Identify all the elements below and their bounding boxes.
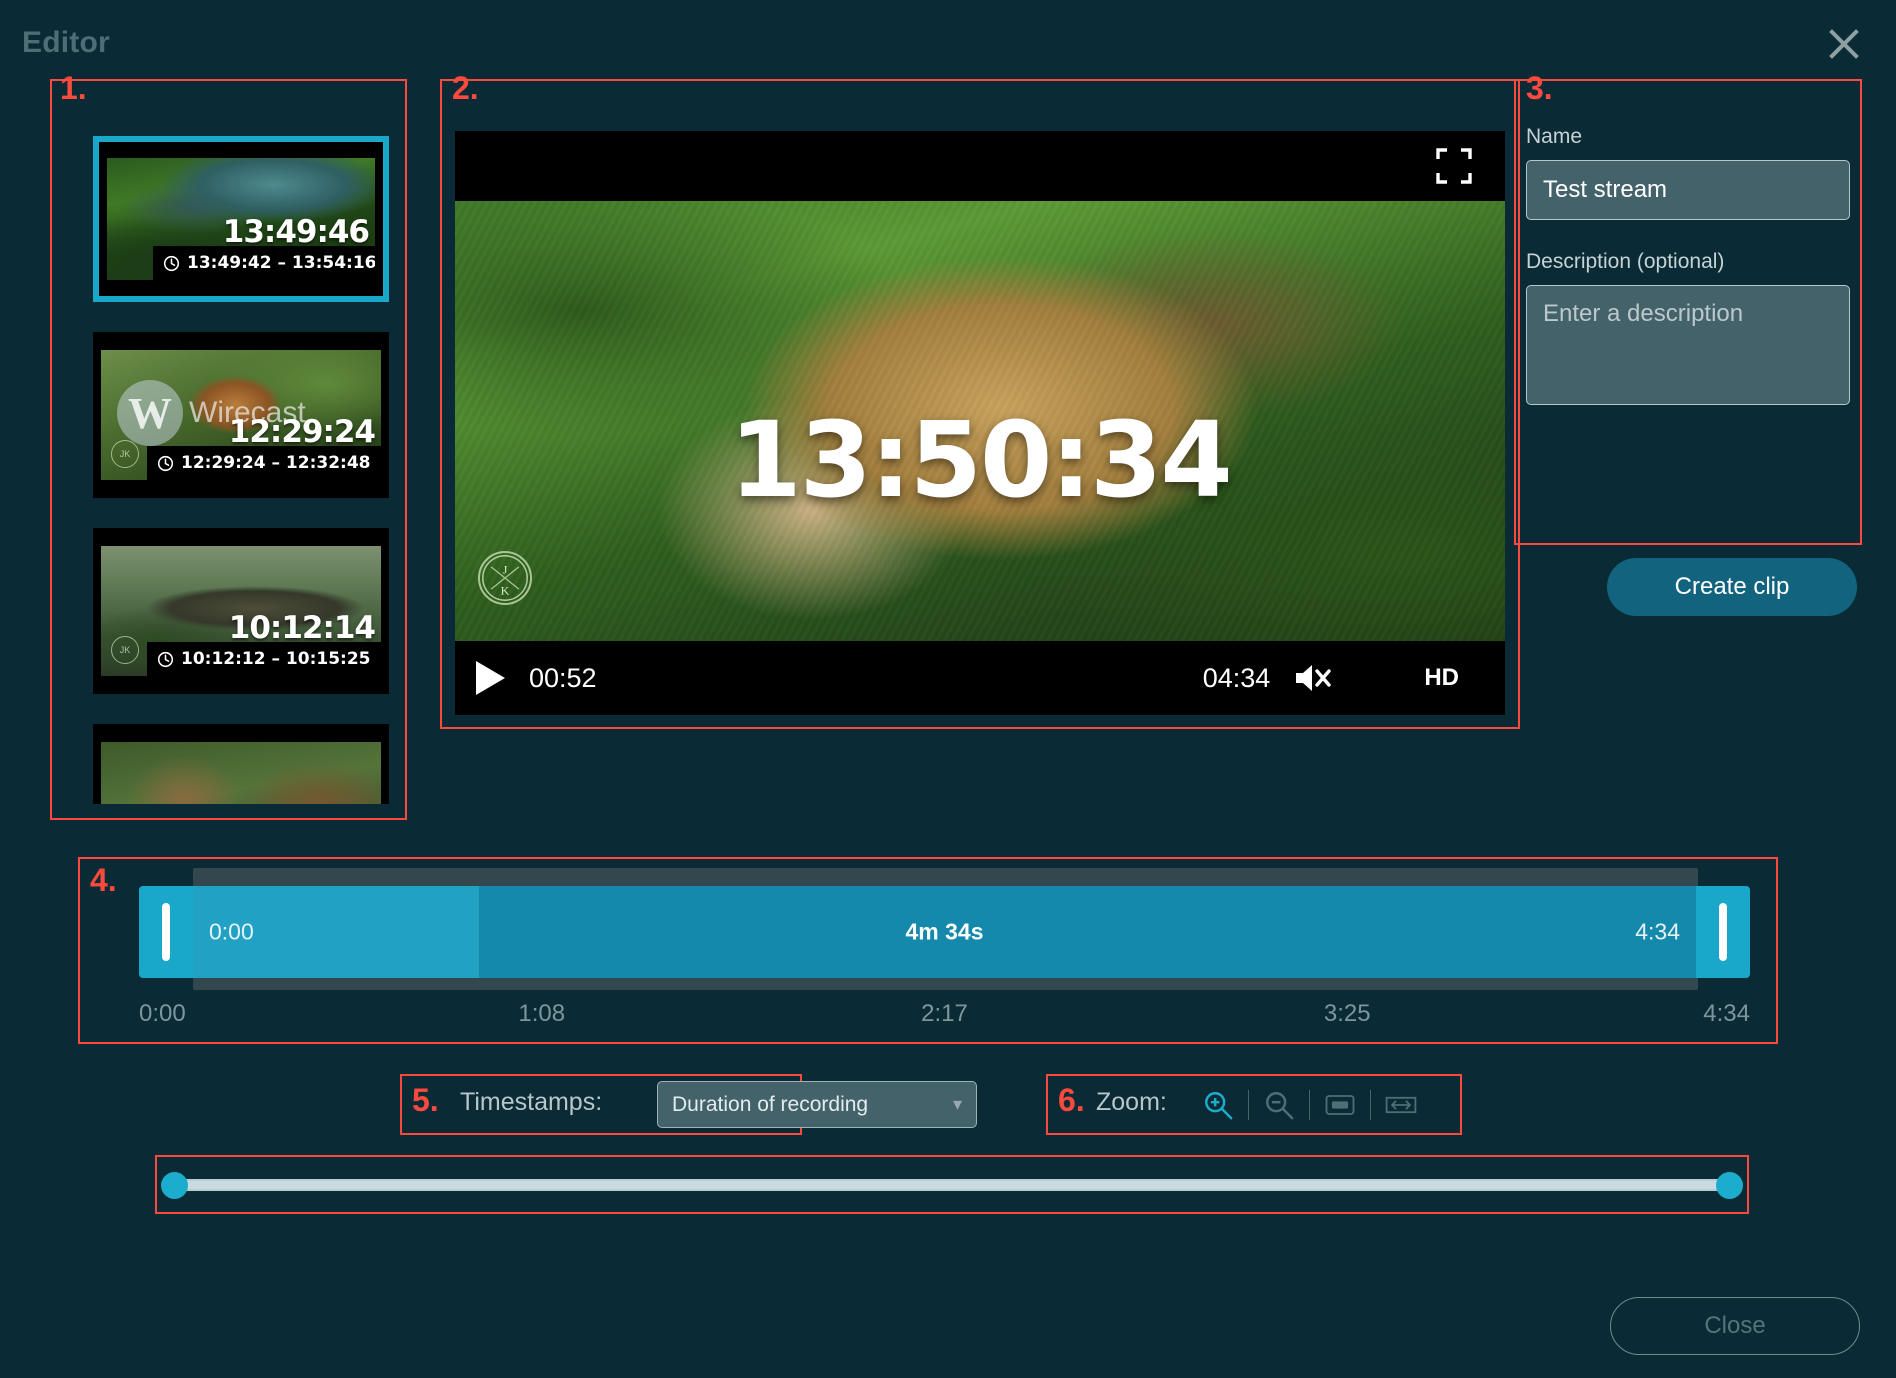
description-input[interactable] (1526, 285, 1850, 405)
svg-text:J: J (503, 562, 508, 576)
wirecast-logo-icon: W (117, 380, 183, 446)
annotation-number-2: 2. (452, 70, 479, 106)
create-clip-button[interactable]: Create clip (1607, 558, 1857, 616)
annotation-number-3: 3. (1526, 70, 1553, 106)
player-controls[interactable]: 00:52 04:34 HD (455, 641, 1505, 715)
jk-logo-icon: J K (478, 551, 532, 605)
thumbnail-frame: W Wirecast JK 12:29:24 12:29:24 – 12:32:… (101, 350, 381, 480)
timeline-trim-handle-left[interactable] (139, 886, 193, 978)
timeline-duration-label: 4m 34s (905, 918, 984, 945)
handle-grip (162, 903, 170, 961)
thumbnail-overlay-time: 12:29:24 (228, 414, 376, 450)
annotation-number-6: 6. (1058, 1082, 1085, 1118)
slider-handle-right[interactable] (1716, 1172, 1743, 1199)
thumbnail-frame: 13:49:46 13:49:42 – 13:54:16 (107, 158, 375, 280)
quality-badge[interactable]: HD (1424, 664, 1459, 692)
handle-grip (1719, 903, 1727, 961)
duration-time: 04:34 (1202, 662, 1271, 693)
clock-icon (163, 255, 180, 272)
timestamps-selected-value: Duration of recording (672, 1092, 869, 1116)
list-item[interactable]: 13:49:46 13:49:42 – 13:54:16 (93, 136, 389, 302)
thumbnail-frame: JK 10:12:14 10:12:12 – 10:15:25 (101, 546, 381, 676)
clip-thumbnail-list[interactable]: 13:49:46 13:49:42 – 13:54:16 W Wirecast … (93, 136, 389, 804)
name-label: Name (1526, 125, 1583, 148)
video-player[interactable]: J K 13:50:34 00:52 04:34 HD (455, 131, 1505, 715)
thumbnail-range-text: 10:12:12 – 10:15:25 (181, 649, 371, 669)
timeline-trim-handle-right[interactable] (1696, 886, 1750, 978)
thumbnail-time-range: 10:12:12 – 10:15:25 (147, 642, 381, 676)
fit-width-icon[interactable] (1378, 1085, 1424, 1125)
timeline-tick: 4:34 (1703, 1000, 1750, 1027)
thumbnail-frame (101, 742, 381, 804)
annotation-number-1: 1. (60, 70, 87, 106)
timeline-trim-bar[interactable]: 0:00 4m 34s 4:34 (139, 886, 1750, 978)
divider (1370, 1090, 1371, 1120)
thumbnail-range-text: 12:29:24 – 12:32:48 (181, 453, 371, 473)
timestamps-select[interactable]: Duration of recording ▾ (657, 1081, 977, 1128)
slider-track[interactable] (170, 1179, 1734, 1191)
timeline-ticks: 0:00 1:08 2:17 3:25 4:34 (139, 1000, 1750, 1030)
close-x-icon[interactable] (1822, 22, 1866, 66)
clock-icon (157, 651, 174, 668)
timeline-tick: 2:17 (921, 1000, 968, 1027)
thumbnail-overlay-time: 13:49:46 (222, 214, 370, 250)
chevron-down-icon: ▾ (952, 1094, 962, 1114)
zoom-in-icon[interactable] (1195, 1085, 1241, 1125)
video-overlay-timestamp: 13:50:34 (729, 399, 1232, 521)
timeline-end-label: 4:34 (1635, 918, 1680, 945)
svg-text:K: K (501, 584, 510, 598)
zoom-out-icon[interactable] (1256, 1085, 1302, 1125)
description-label: Description (optional) (1526, 250, 1725, 273)
form-spacer (1526, 220, 1850, 250)
timeline-tick: 3:25 (1323, 1000, 1371, 1027)
timeline-start-label: 0:00 (209, 918, 254, 945)
mute-icon[interactable] (1292, 662, 1334, 694)
divider (1309, 1090, 1310, 1120)
clip-details-form: Name Description (optional) (1526, 125, 1850, 410)
name-input[interactable] (1526, 160, 1850, 220)
fit-screen-icon[interactable] (1317, 1085, 1363, 1125)
thumbnail-range-text: 13:49:42 – 13:54:16 (187, 253, 375, 273)
thumbnail-overlay-time: 10:12:14 (228, 610, 376, 646)
zoom-controls[interactable] (1195, 1082, 1424, 1128)
close-button[interactable]: Close (1610, 1297, 1860, 1355)
zoom-range-slider[interactable] (161, 1172, 1743, 1199)
jk-logo-icon: JK (111, 636, 139, 664)
jk-logo-icon: JK (111, 440, 139, 468)
thumbnail-time-range: 12:29:24 – 12:32:48 (147, 446, 381, 480)
timeline-selection[interactable]: 0:00 4m 34s 4:34 (193, 886, 1696, 978)
thumbnail-time-range: 13:49:42 – 13:54:16 (153, 246, 375, 280)
timestamps-label: Timestamps: (460, 1088, 603, 1116)
list-item[interactable]: W Wirecast JK 12:29:24 12:29:24 – 12:32:… (93, 332, 389, 498)
thumbnail-image (101, 742, 381, 804)
divider (1248, 1090, 1249, 1120)
play-icon[interactable] (473, 659, 507, 697)
slider-handle-left[interactable] (161, 1172, 188, 1199)
fullscreen-icon[interactable] (1433, 145, 1475, 187)
page-title: Editor (22, 26, 110, 59)
timeline-tick: 0:00 (139, 1000, 186, 1027)
clock-icon (157, 455, 174, 472)
timeline-tick: 1:08 (518, 1000, 566, 1027)
current-time: 00:52 (529, 662, 597, 693)
list-item[interactable]: JK 10:12:14 10:12:12 – 10:15:25 (93, 528, 389, 694)
zoom-label: Zoom: (1096, 1088, 1167, 1116)
annotation-number-5: 5. (412, 1082, 439, 1118)
list-item[interactable] (93, 724, 389, 804)
editor-dialog: Editor 1. 13:49:46 13:49:42 – 13:54:16 W… (0, 0, 1896, 1378)
slider-range-fill (170, 1181, 1734, 1189)
annotation-number-4: 4. (90, 862, 117, 898)
